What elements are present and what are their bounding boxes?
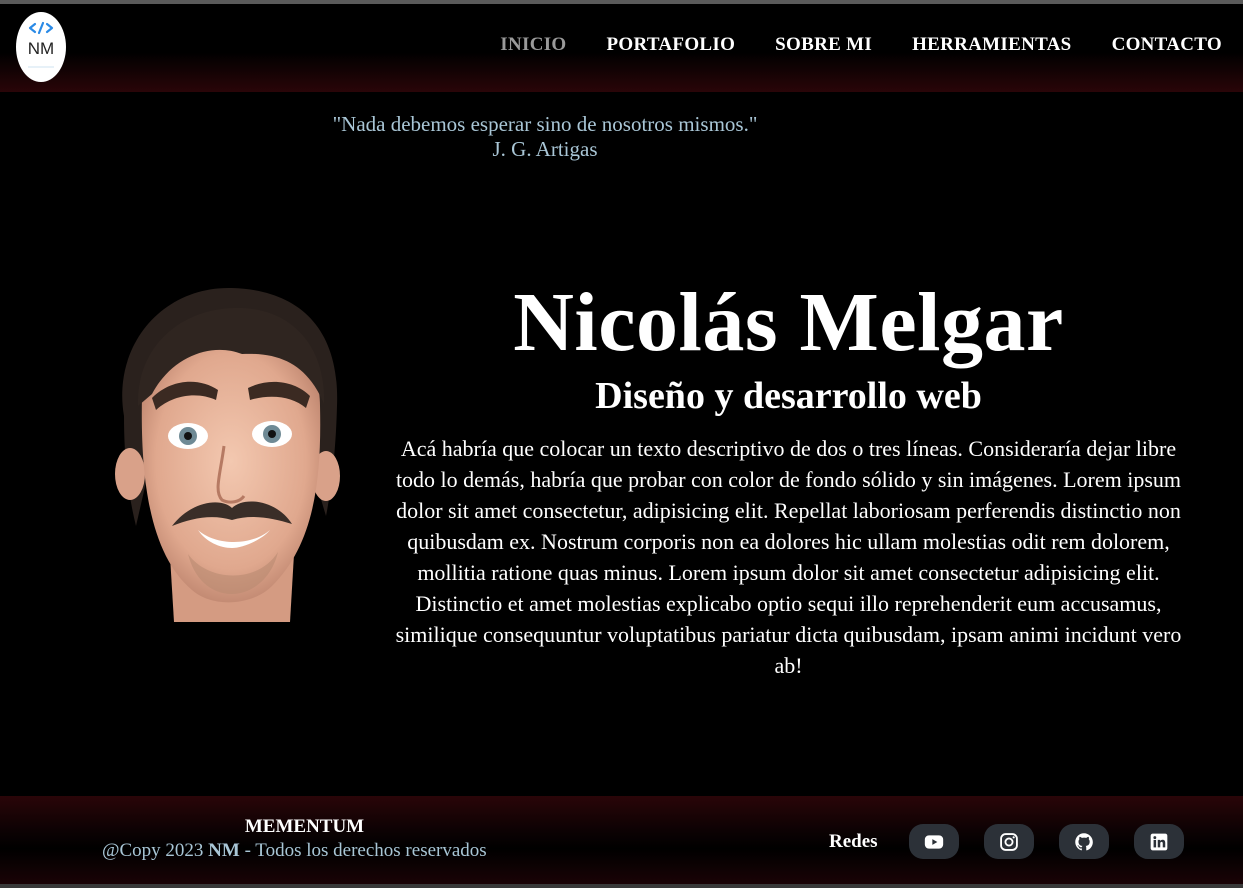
nav-item-sobre-mi[interactable]: SOBRE MI [775,34,872,56]
youtube-icon [924,834,943,849]
hero-subtitle: Diseño y desarrollo web [595,375,982,417]
nav-item-herramientas[interactable]: HERRAMIENTAS [912,34,1072,56]
footer-brand: MEMENTUM @Copy 2023 NM - Todos los derec… [102,816,512,862]
avatar-illustration [115,287,340,622]
copyright: @Copy 2023 NM - Todos los derechos reser… [102,840,512,862]
logo-image: NM [28,21,54,68]
youtube-button[interactable] [908,824,959,859]
code-brackets-icon [28,21,54,35]
linkedin-button[interactable] [1133,824,1184,859]
nav-item-contacto[interactable]: CONTACTO [1112,34,1222,56]
copyright-suffix: - Todos los derechos reservados [239,840,487,861]
hero-name: Nicolás Melgar [513,276,1064,369]
navbar: NM INICIO PORTAFOLIO SOBRE MI HERRAMIENT… [0,4,1243,92]
linkedin-icon [1150,833,1167,850]
quote-text: "Nada debemos esperar sino de nosotros m… [332,112,758,136]
copyright-name: NM [208,840,240,861]
hero: Nicolás Melgar Diseño y desarrollo web A… [392,278,1185,681]
brand-name: MEMENTUM [244,816,365,837]
social-links: Redes [829,824,1209,859]
logo[interactable]: NM [16,12,66,82]
bottom-border [0,884,1243,888]
instagram-icon [999,832,1018,851]
quote-author: J. G. Artigas [492,137,598,161]
quote-block: "Nada debemos esperar sino de nosotros m… [0,112,1090,162]
nav-item-portafolio[interactable]: PORTAFOLIO [607,34,736,56]
redes-label: Redes [829,830,878,852]
hero-description: Acá habría que colocar un texto descript… [395,436,1182,678]
github-button[interactable] [1058,824,1109,859]
copyright-prefix: @Copy 2023 [102,840,209,861]
instagram-button[interactable] [983,824,1034,859]
main-nav: INICIO PORTAFOLIO SOBRE MI HERRAMIENTAS … [500,34,1222,56]
nav-item-inicio[interactable]: INICIO [500,34,566,56]
footer: MEMENTUM @Copy 2023 NM - Todos los derec… [0,796,1243,884]
avatar [112,286,344,622]
logo-text: NM [28,39,54,58]
github-icon [1074,832,1093,850]
